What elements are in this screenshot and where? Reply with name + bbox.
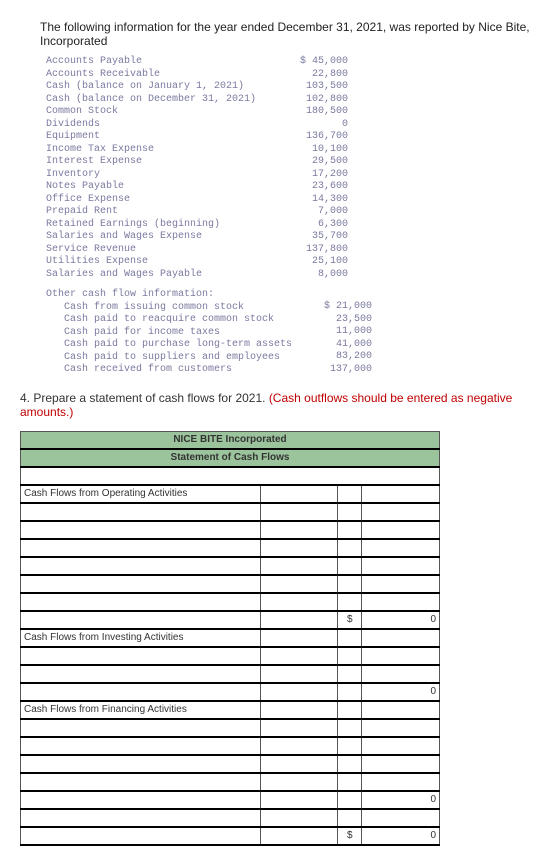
cell[interactable]	[260, 629, 338, 647]
cell[interactable]	[260, 521, 338, 539]
cell[interactable]	[338, 647, 362, 665]
cell[interactable]	[338, 521, 362, 539]
cell[interactable]	[362, 629, 440, 647]
cell[interactable]	[338, 755, 362, 773]
cell[interactable]	[21, 809, 261, 827]
cell[interactable]	[260, 503, 338, 521]
cell[interactable]	[362, 755, 440, 773]
cell[interactable]: 0	[362, 827, 440, 845]
cell[interactable]	[338, 503, 362, 521]
cell[interactable]	[21, 665, 261, 683]
cell[interactable]	[362, 719, 440, 737]
other-cashflow: Other cash flow information: Cash from i…	[40, 289, 538, 377]
cell[interactable]	[338, 719, 362, 737]
cell[interactable]	[260, 539, 338, 557]
other-labels: Cash from issuing common stock Cash paid…	[46, 302, 292, 377]
cell[interactable]	[362, 701, 440, 719]
cell[interactable]	[362, 539, 440, 557]
cell[interactable]	[338, 665, 362, 683]
other-values: $ 21,000 23,500 11,000 41,000 83,200 137…	[292, 289, 558, 377]
cell[interactable]	[260, 809, 338, 827]
cell[interactable]	[362, 485, 440, 503]
cell[interactable]	[260, 773, 338, 791]
cell[interactable]	[362, 647, 440, 665]
cell[interactable]	[362, 665, 440, 683]
blank-row[interactable]	[21, 467, 440, 485]
cell[interactable]: 0	[362, 611, 440, 629]
cell[interactable]	[362, 575, 440, 593]
cell[interactable]: $	[338, 827, 362, 845]
cell[interactable]	[260, 737, 338, 755]
cell[interactable]	[21, 773, 261, 791]
cell[interactable]	[21, 827, 261, 845]
cell[interactable]	[338, 575, 362, 593]
cell[interactable]: 0	[362, 683, 440, 701]
cell[interactable]	[338, 701, 362, 719]
cell[interactable]	[260, 755, 338, 773]
cell[interactable]	[260, 719, 338, 737]
account-balances: Accounts Payable Accounts Receivable Cas…	[40, 56, 538, 281]
cell[interactable]	[362, 521, 440, 539]
cell[interactable]: $	[338, 611, 362, 629]
cell[interactable]	[362, 809, 440, 827]
cell[interactable]: 0	[362, 791, 440, 809]
sheet-title-1: NICE BITE Incorporated	[21, 431, 440, 449]
cell[interactable]	[21, 683, 261, 701]
section-investing[interactable]: Cash Flows from Investing Activities	[21, 629, 261, 647]
cell[interactable]	[362, 773, 440, 791]
cell[interactable]	[21, 593, 261, 611]
cell[interactable]	[338, 683, 362, 701]
cell[interactable]	[338, 809, 362, 827]
cell[interactable]	[21, 737, 261, 755]
cell[interactable]	[338, 539, 362, 557]
cell[interactable]	[338, 629, 362, 647]
cell[interactable]	[338, 557, 362, 575]
cell[interactable]	[21, 719, 261, 737]
cash-flow-sheet: NICE BITE Incorporated Statement of Cash…	[20, 431, 440, 846]
cell[interactable]	[260, 647, 338, 665]
cell[interactable]	[260, 701, 338, 719]
account-labels: Accounts Payable Accounts Receivable Cas…	[40, 56, 268, 281]
question-4: 4. Prepare a statement of cash flows for…	[20, 391, 538, 419]
cell[interactable]	[362, 557, 440, 575]
cell[interactable]	[260, 557, 338, 575]
cell[interactable]	[260, 485, 338, 503]
cell[interactable]	[260, 827, 338, 845]
intro-text: The following information for the year e…	[40, 20, 538, 48]
section-operating[interactable]: Cash Flows from Operating Activities	[21, 485, 261, 503]
other-head: Other cash flow information:	[46, 289, 292, 302]
cell[interactable]	[260, 575, 338, 593]
cell[interactable]	[338, 773, 362, 791]
cell[interactable]	[260, 791, 338, 809]
cell[interactable]	[362, 737, 440, 755]
account-values: $ 45,000 22,800 103,500 102,800 180,500 …	[268, 56, 538, 281]
cell[interactable]	[21, 647, 261, 665]
cell[interactable]	[338, 737, 362, 755]
section-financing[interactable]: Cash Flows from Financing Activities	[21, 701, 261, 719]
cell[interactable]	[338, 791, 362, 809]
cell[interactable]	[21, 575, 261, 593]
q4-prefix: 4. Prepare a statement of cash flows for…	[20, 391, 269, 405]
cell[interactable]	[260, 665, 338, 683]
cell[interactable]	[21, 791, 261, 809]
cell[interactable]	[338, 593, 362, 611]
cell[interactable]	[21, 503, 261, 521]
cell[interactable]	[362, 593, 440, 611]
cell[interactable]	[21, 521, 261, 539]
sheet-title-2: Statement of Cash Flows	[21, 449, 440, 467]
cell[interactable]	[362, 503, 440, 521]
cell[interactable]	[260, 593, 338, 611]
cell[interactable]	[260, 683, 338, 701]
cell[interactable]	[260, 611, 338, 629]
cell[interactable]	[338, 485, 362, 503]
cell[interactable]	[21, 539, 261, 557]
cell[interactable]	[21, 611, 261, 629]
cell[interactable]	[21, 755, 261, 773]
cell[interactable]	[21, 557, 261, 575]
